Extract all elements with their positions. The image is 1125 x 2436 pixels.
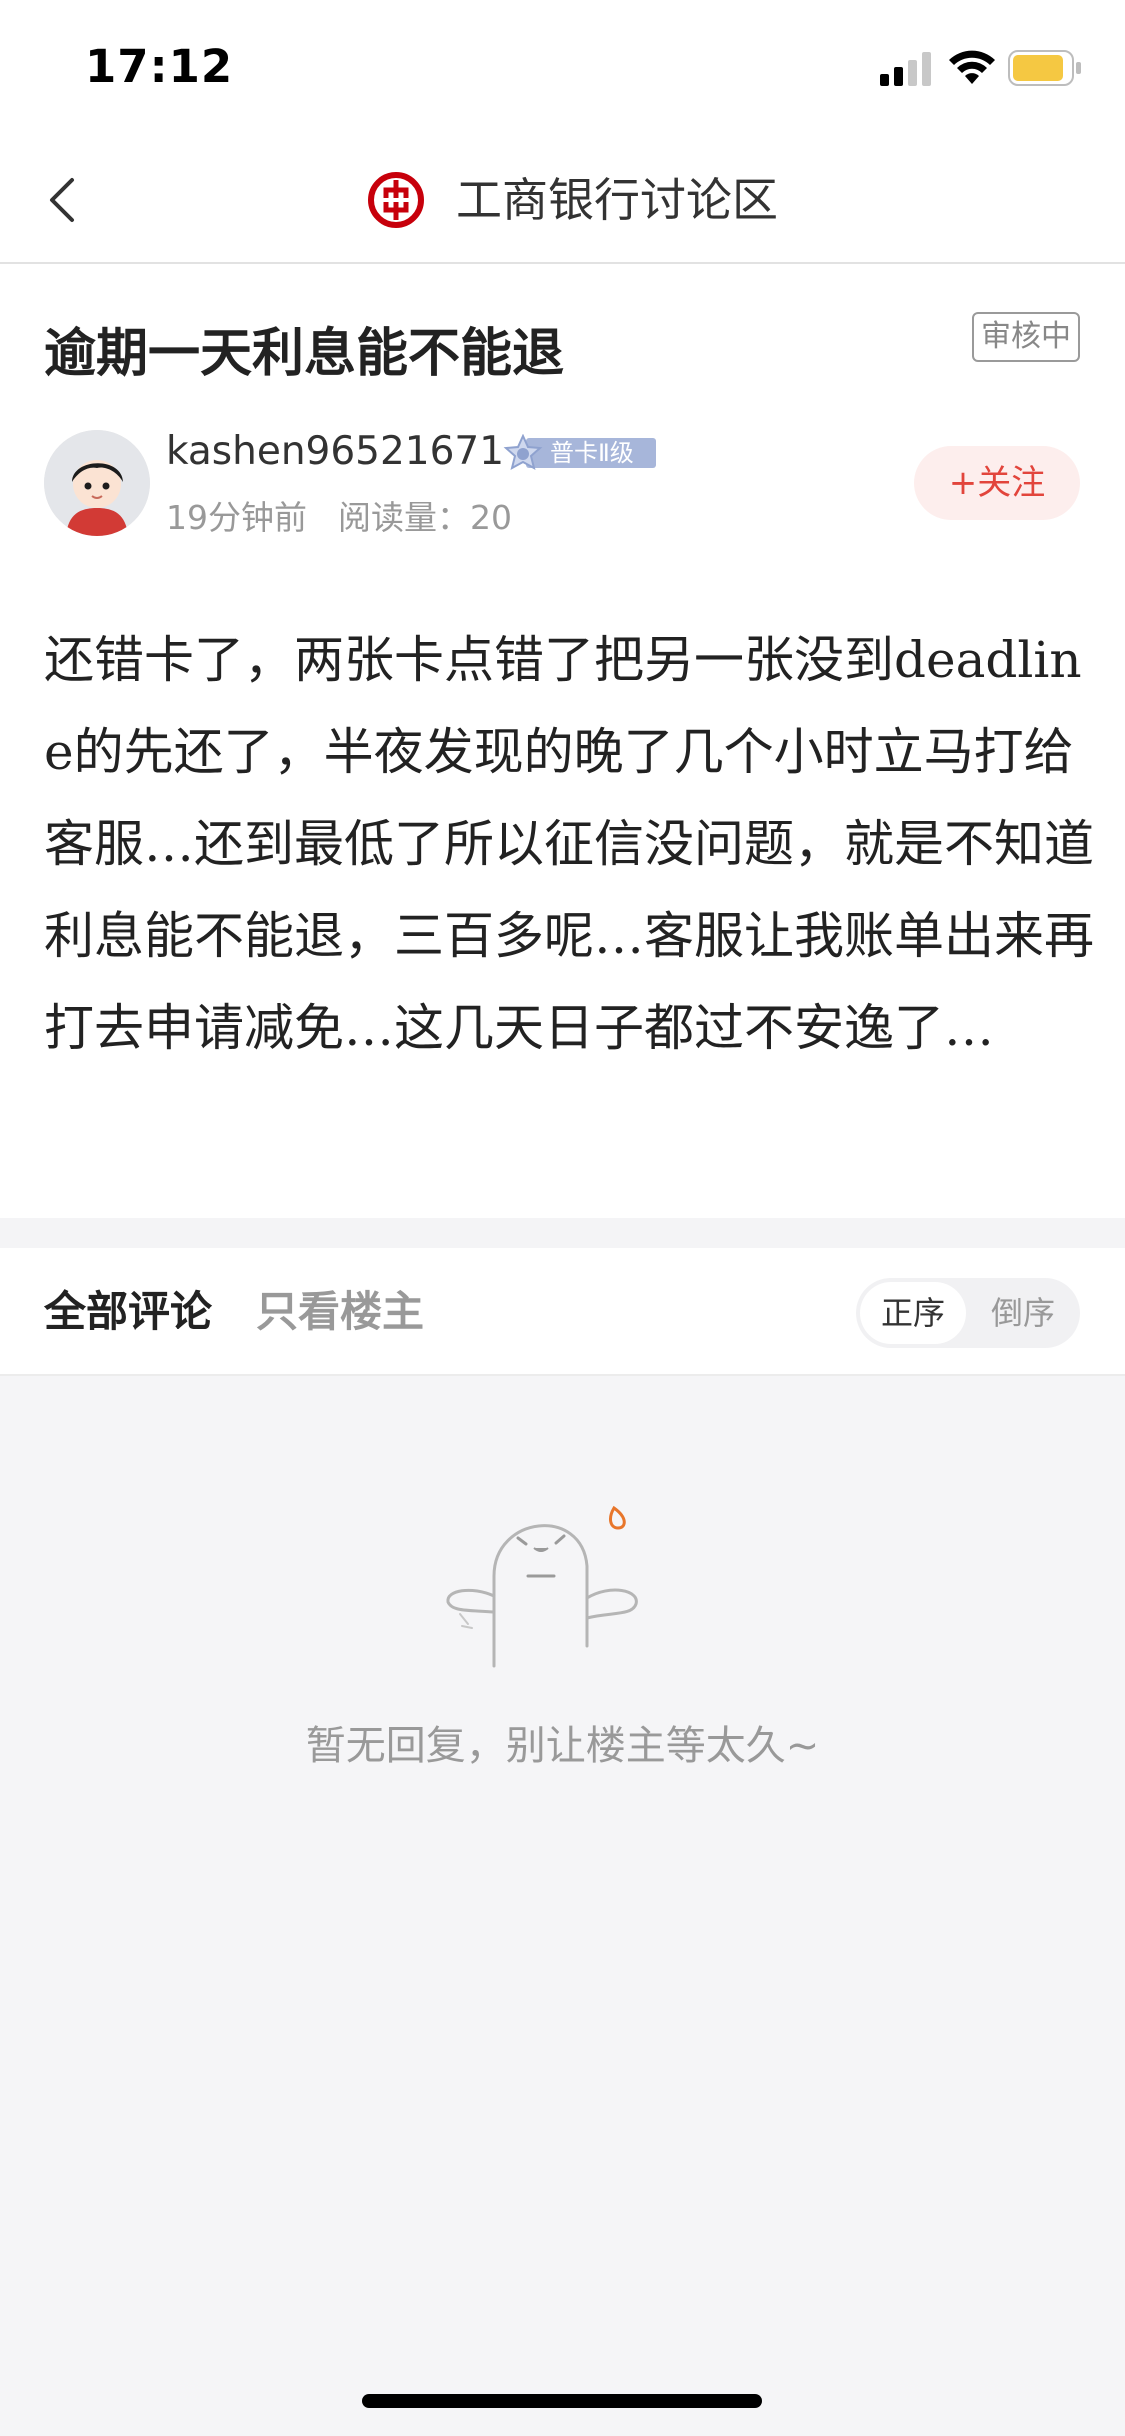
comment-tabs: 全部评论 只看楼主 正序 倒序 (0, 1248, 1125, 1374)
level-star-icon (503, 434, 543, 470)
sort-toggle: 正序 倒序 (856, 1278, 1080, 1348)
sort-desc-button[interactable]: 倒序 (970, 1282, 1076, 1344)
status-time: 17:12 (85, 40, 234, 93)
tab-op-only[interactable]: 只看楼主 (256, 1282, 424, 1342)
post-detail-page: 17:12 工商银行讨论区 逾期一天利息能不能退 审核中 kashen96521… (0, 0, 1125, 2436)
level-label: 普卡Ⅱ级 (526, 438, 656, 468)
avatar[interactable] (44, 430, 150, 536)
icbc-logo-icon (368, 172, 424, 228)
comments-empty-state: 暂无回复，别让楼主等太久~ (0, 1374, 1125, 2436)
battery-icon (1008, 50, 1081, 86)
wifi-icon (949, 50, 995, 84)
post-title: 逾期一天利息能不能退 (44, 324, 565, 384)
author-name[interactable]: kashen96521671 (166, 426, 504, 478)
chevron-left-icon[interactable] (38, 170, 98, 230)
tab-all-comments[interactable]: 全部评论 (44, 1282, 212, 1342)
post-time: 19分钟前 (166, 498, 307, 537)
nav-title: 工商银行讨论区 (456, 173, 778, 227)
post-body: 还错卡了，两张卡点错了把另一张没到deadline的先还了，半夜发现的晚了几个小… (44, 631, 1094, 1057)
user-avatar-icon (44, 430, 150, 536)
section-divider (0, 1218, 1125, 1248)
sort-asc-button[interactable]: 正序 (860, 1282, 966, 1344)
home-indicator[interactable] (362, 2394, 762, 2408)
ghost-sweat-icon (446, 1505, 638, 1668)
read-count: 阅读量：20 (338, 498, 512, 537)
signal-icon (880, 52, 931, 86)
nav-bar: 工商银行讨论区 (0, 132, 1125, 264)
follow-button[interactable]: +关注 (914, 446, 1080, 520)
level-badge: 普卡Ⅱ级 (502, 434, 656, 470)
review-status-badge: 审核中 (972, 312, 1080, 362)
status-bar: 17:12 (0, 0, 1125, 132)
empty-message: 暂无回复，别让楼主等太久~ (305, 1723, 820, 1769)
